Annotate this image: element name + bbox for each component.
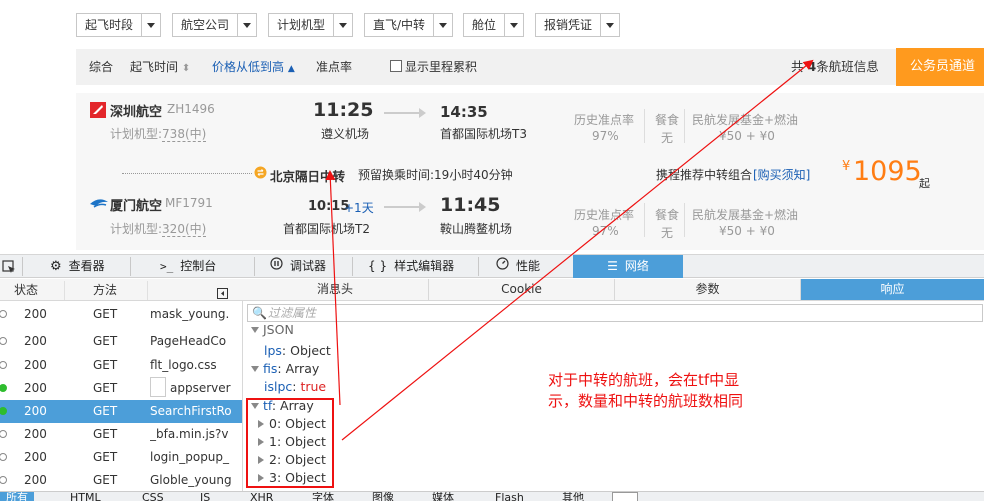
annotation-arrow-to-transfer: [325, 170, 341, 406]
annotation-arrows: [325, 59, 814, 441]
annotation-note: 对于中转的航班，会在tf中显示，数量和中转的航班数相同: [548, 371, 744, 410]
